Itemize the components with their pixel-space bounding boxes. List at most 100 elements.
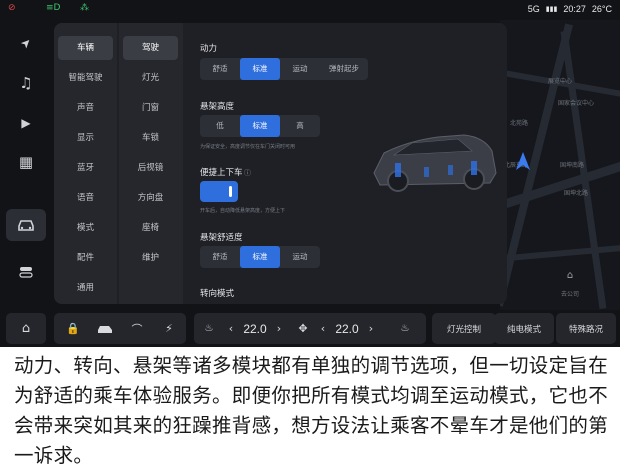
wiper-button[interactable]: ⌒ [122,313,152,344]
charge-button[interactable]: ⚡ [154,313,184,344]
navigation-icon: ➤ [17,34,35,52]
wiper-icon: ⌒ [131,322,143,336]
subcategory-item[interactable]: 车锁 [123,126,178,150]
subcategory-item[interactable]: 驾驶 [123,36,178,60]
map-label: 展览中心 [548,78,573,85]
rail-music-button[interactable]: ♫ [6,67,46,99]
info-icon[interactable]: ⓘ [244,168,251,178]
map-label: 北苑路 [510,120,529,127]
category-item[interactable]: 显示 [58,126,113,150]
suspension-comfort-title: 悬架舒适度 [200,233,243,243]
hazard-icon: ⊘ [8,3,16,13]
category-menu: 车辆 智能驾驶 声音 显示 蓝牙 语音 模式 配件 通用 [54,23,117,304]
rail-car-button[interactable] [6,209,46,241]
suspension-comfort-option[interactable]: 舒适 [200,246,240,268]
left-temp-down[interactable]: ‹ [226,313,236,344]
map-label: 国坤南路 [560,162,585,169]
rail-video-button[interactable]: ▶ [6,107,46,139]
signal-indicator: 5G [527,4,540,14]
rail-apps-button[interactable]: ▦ [6,146,46,178]
subcategory-item[interactable]: 门窗 [123,96,178,120]
subcategory-menu: 驾驶 灯光 门窗 车锁 后视镜 方向盘 座椅 维护 [119,23,183,304]
power-option[interactable]: 运动 [280,58,320,80]
power-selector: 舒适 标准 运动 弹射起步 [200,58,368,80]
charge-icon: ⚡ [165,322,173,335]
category-item[interactable]: 智能驾驶 [58,66,113,90]
light-icon: ≡D [46,3,61,13]
light-control-button[interactable]: 灯光控制 [432,313,496,344]
right-temperature: 22.0 [335,321,359,336]
suspension-height-option[interactable]: 高 [280,115,320,137]
settings-panel: 车辆 智能驾驶 声音 显示 蓝牙 语音 模式 配件 通用 驾驶 灯光 门窗 车锁… [54,23,507,304]
power-title: 动力 [200,44,218,54]
subcategory-item[interactable]: 座椅 [123,216,178,240]
home-button[interactable]: ⌂ [6,313,46,344]
left-rail: ➤ ♫ ▶ ▦ [6,22,46,304]
category-item[interactable]: 车辆 [58,36,113,60]
suspension-comfort-option[interactable]: 运动 [280,246,320,268]
car-icon [98,325,112,333]
rail-navigation-button[interactable]: ➤ [6,27,46,59]
suspension-height-hint: 为保证安全，高度调节仅在车门关闭时可用 [200,144,296,150]
subcategory-item[interactable]: 后视镜 [123,156,178,180]
settings-content: 动力 舒适 标准 运动 弹射起步 悬架高度 低 标准 高 为保证安全，高度调节仅… [200,23,500,304]
home-icon: ⌂ [21,321,31,336]
map-view[interactable]: 国家会议中心 展览中心 北辰东路 北苑路 国坤南路 国坤北路 ⌂ 去公司 [500,20,620,310]
category-item[interactable]: 配件 [58,246,113,270]
subcategory-item[interactable]: 维护 [123,246,178,270]
lock-button[interactable]: 🔒 [58,313,88,344]
right-seat-heat-button[interactable]: ♨ [396,313,414,344]
category-item[interactable]: 声音 [58,96,113,120]
special-road-button[interactable]: 特殊路况 [556,313,616,344]
category-item[interactable]: 通用 [58,276,113,300]
easy-entry-toggle[interactable] [200,181,238,202]
left-fan-button[interactable]: ✥ [294,313,312,344]
easy-entry-hint: 开车后，自动降低悬架高度，方便上下 [200,208,286,214]
article-caption: 动力、转向、悬架等诸多模块都有单独的调节选项，但一切设定旨在为舒适的乘车体验服务… [14,354,609,467]
suspension-comfort-option[interactable]: 标准 [240,246,280,268]
suspension-comfort-selector: 舒适 标准 运动 [200,246,320,268]
left-temperature: 22.0 [243,321,267,336]
power-option[interactable]: 标准 [240,58,280,80]
category-item[interactable]: 语音 [58,186,113,210]
category-item[interactable]: 蓝牙 [58,156,113,180]
apps-icon: ▦ [18,153,34,171]
video-icon: ▶ [21,116,31,130]
poi-marker[interactable]: ⌂ 去公司 [560,270,580,300]
suspension-height-option[interactable]: 低 [200,115,240,137]
building-icon: ⌂ [566,270,574,281]
easy-entry-title: 便捷上下车 [200,168,243,178]
power-option[interactable]: 弹射起步 [320,58,368,80]
ev-mode-button[interactable]: 纯电模式 [494,313,554,344]
climate-controls: ♨ ‹ 22.0 › ✥ ‹ 22.0 › ♨ [194,313,426,344]
signal-icon: ▮▮▮ [545,6,558,13]
navigation-arrow-icon [516,152,530,170]
car-screen: ⊘ ≡D ⁂ 5G ▮▮▮ 20:27 26°C ➤ ♫ ▶ ▦ 国家会议中心 … [0,0,620,347]
left-seat-heat-button[interactable]: ♨ [200,313,218,344]
subcategory-item[interactable]: 灯光 [123,66,178,90]
music-icon: ♫ [19,74,33,92]
left-temp-up[interactable]: › [274,313,284,344]
quick-controls: 🔒 ⌒ ⚡ [54,313,186,344]
right-temp-down[interactable]: ‹ [318,313,328,344]
power-option[interactable]: 舒适 [200,58,240,80]
right-temp-up[interactable]: › [366,313,376,344]
rail-toggle-button[interactable] [6,256,46,288]
steering-mode-title: 转向模式 [200,289,235,299]
map-label: 国坤北路 [564,190,589,197]
temperature: 26°C [591,4,612,14]
subcategory-item[interactable]: 方向盘 [123,186,178,210]
category-item[interactable]: 模式 [58,216,113,240]
suspension-height-option[interactable]: 标准 [240,115,280,137]
poi-label: 去公司 [560,291,579,298]
toggle-icon [19,267,33,278]
seat-heat-icon: ♨ [204,323,214,334]
fan-icon: ✥ [298,322,308,335]
clock: 20:27 [563,4,586,14]
trunk-button[interactable] [90,313,120,344]
bottom-dock: ⌂ 🔒 ⌒ ⚡ ♨ ‹ 22.0 › ✥ ‹ 22.0 › ♨ 灯光控制 纯电模… [0,310,620,347]
vehicle-suspension-illustration [373,134,497,192]
seat-heat-icon: ♨ [400,323,410,334]
lock-icon: 🔒 [66,322,80,335]
beam-icon: ⁂ [80,3,89,13]
